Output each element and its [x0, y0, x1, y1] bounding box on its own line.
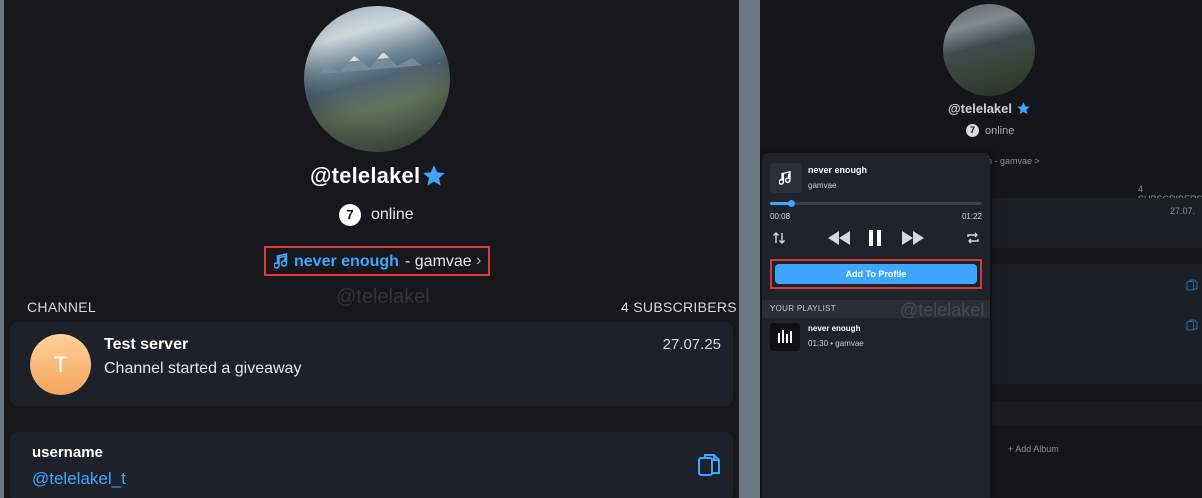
watermark: @telelakel [900, 300, 985, 320]
rewind-icon[interactable] [826, 229, 852, 247]
total-duration: 01:22 [961, 212, 982, 221]
sort-icon[interactable] [772, 231, 786, 245]
channel-section-label: CHANNEL [27, 299, 97, 315]
repeat-icon[interactable] [966, 231, 980, 245]
channel-date: 27.07.25 [662, 336, 721, 353]
status-badge-small: 7 [966, 124, 979, 137]
track-artwork [770, 163, 802, 193]
music-track-title: never enough [294, 253, 399, 270]
username-label: username [32, 444, 103, 461]
channel-avatar: T [30, 334, 91, 395]
status-badge: 7 [339, 204, 361, 226]
music-link-partial: gh - gamvae > [982, 156, 1040, 166]
music-note-icon [779, 171, 791, 185]
copy-icon [1186, 279, 1198, 291]
star-icon [1017, 102, 1030, 115]
username-card: username @telelakel_t [10, 432, 733, 498]
profile-username-small: @telelakel [948, 101, 1012, 116]
progress-handle[interactable] [788, 200, 796, 207]
pause-icon[interactable] [868, 228, 882, 248]
music-note-icon [274, 253, 288, 269]
playlist-item-title[interactable]: never enough [808, 324, 860, 333]
equalizer-icon [778, 330, 792, 343]
player-screenshot-panel: @telelakel 7 online gh - gamvae > 4 SUBS… [760, 0, 1202, 498]
profile-username: @telelakel [310, 163, 421, 188]
status-text: online [371, 206, 414, 223]
channel-title: Test server [104, 336, 189, 353]
playlist-item-artwork [770, 323, 800, 351]
profile-avatar-small [943, 4, 1035, 96]
star-icon[interactable] [421, 163, 447, 189]
copy-icon[interactable] [697, 452, 721, 480]
info-card-dim [992, 264, 1202, 384]
date-partial: 27.07. [1170, 206, 1196, 216]
status-text-small: online [985, 125, 1015, 137]
divider-row-dim [992, 402, 1202, 426]
profile-panel: @telelakel 7 online never enough - gamva… [4, 0, 739, 498]
player-artist: gamvae [808, 181, 837, 190]
elapsed-time: 00:08 [770, 212, 791, 221]
player-track-title: never enough [808, 165, 868, 175]
music-player-popup: never enough gamvae 00:08 01:22 Add To P… [762, 153, 990, 498]
channel-card-dim: 27.07. [992, 198, 1202, 248]
chevron-right-icon: › [476, 252, 482, 269]
channel-last-message: Channel started a giveaway [104, 360, 302, 377]
playlist-item-meta: 01:30 • gamvae [808, 339, 864, 348]
profile-avatar[interactable] [304, 6, 450, 152]
watermark: @telelakel [336, 286, 430, 308]
username-value[interactable]: @telelakel_t [32, 469, 126, 489]
playlist-header-label: YOUR PLAYLIST [770, 304, 836, 313]
profile-music-link[interactable]: never enough - gamvae › [264, 246, 490, 276]
subscribers-count: 4 SUBSCRIBERS [621, 299, 737, 315]
progress-slider[interactable] [770, 200, 982, 207]
channel-card[interactable]: T Test server Channel started a giveaway… [10, 322, 733, 406]
copy-icon [1186, 319, 1198, 331]
add-album-button[interactable]: + Add Album [1008, 444, 1059, 454]
add-to-profile-button[interactable]: Add To Profile [775, 264, 977, 284]
music-artist: - gamvae [405, 253, 472, 270]
add-to-profile-highlight: Add To Profile [770, 259, 982, 289]
fast-forward-icon[interactable] [900, 229, 926, 247]
